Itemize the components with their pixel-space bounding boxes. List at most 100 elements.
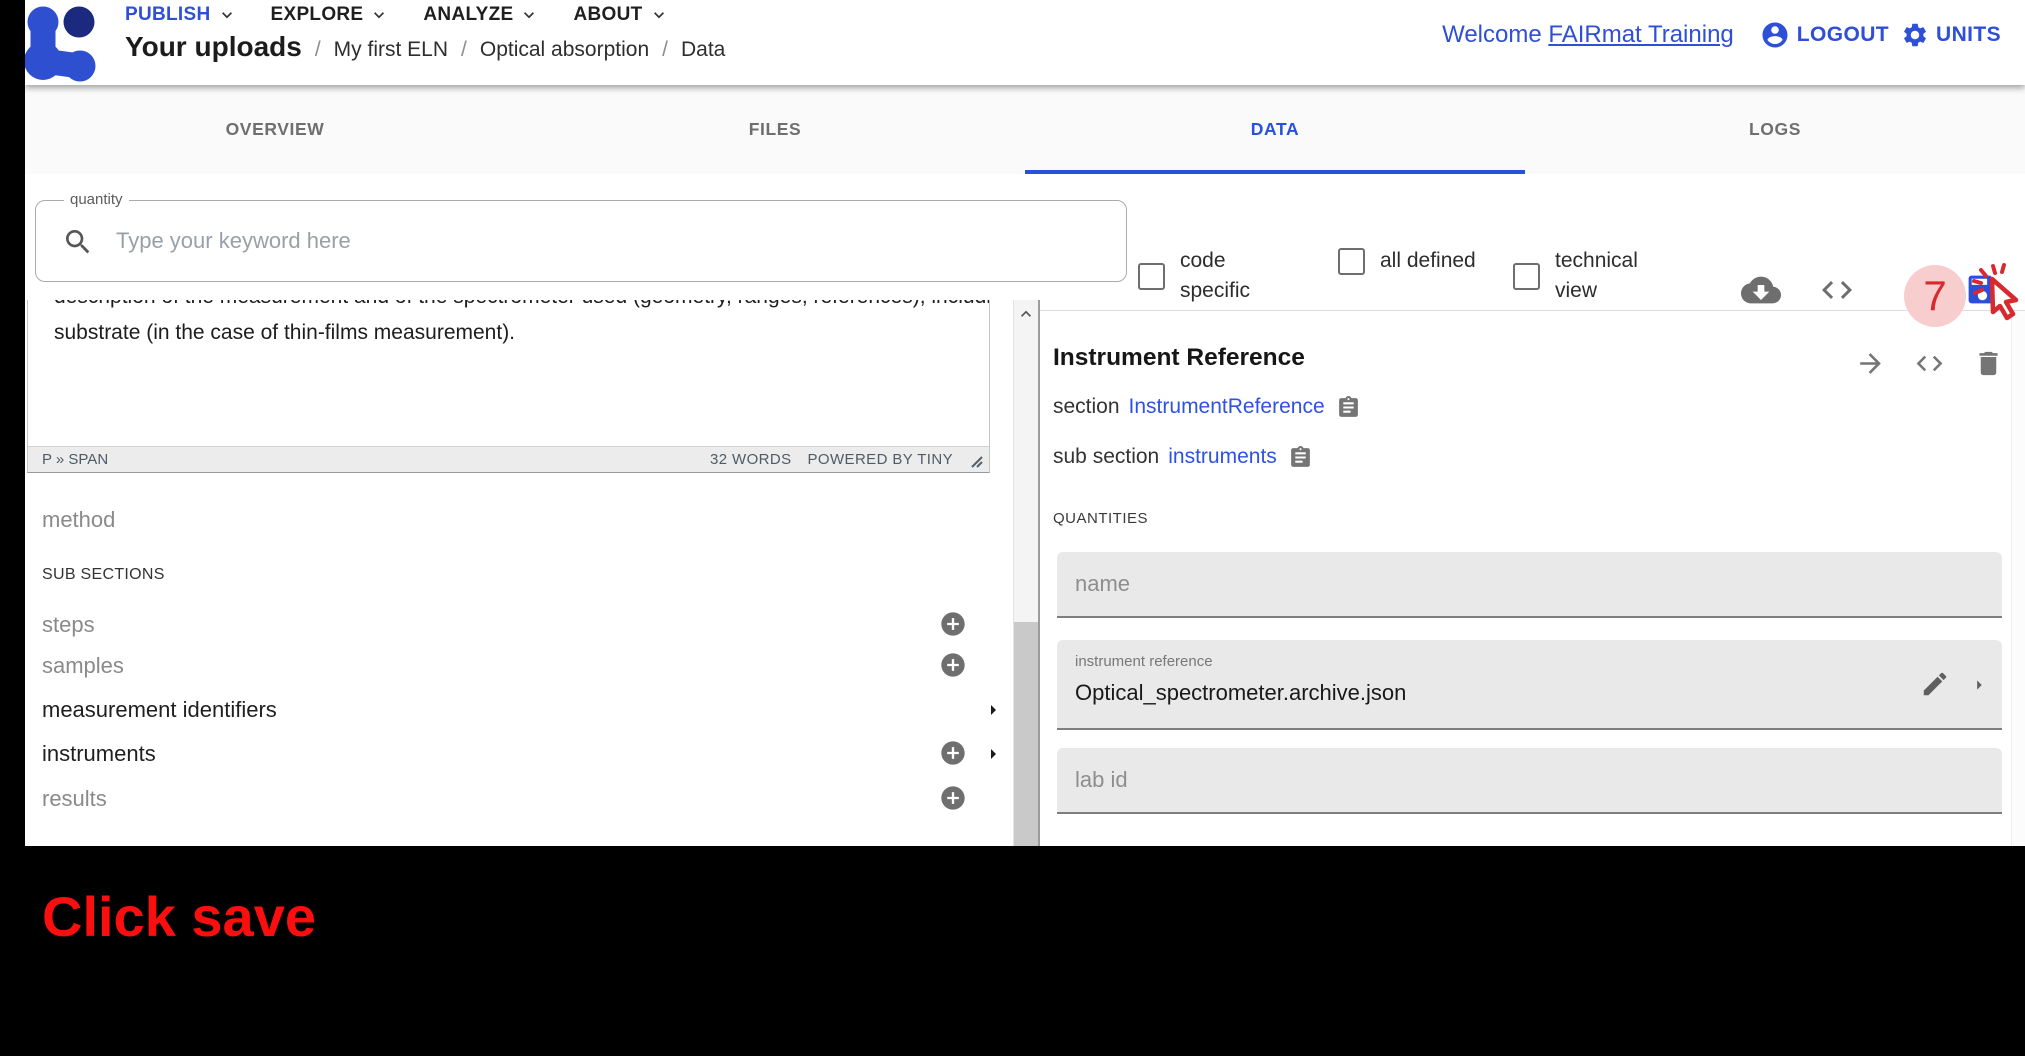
- panel-top-border: [1040, 310, 2025, 311]
- right-panel-scrollbar[interactable]: [2011, 311, 2025, 846]
- active-tab-indicator: [1025, 170, 1525, 174]
- click-cursor-icon: [1969, 260, 2025, 324]
- subsection-label: sub section: [1053, 445, 1159, 469]
- tutorial-instruction: Click save: [42, 884, 316, 949]
- logout-label: LOGOUT: [1797, 23, 1889, 47]
- subsection-label[interactable]: samples: [42, 653, 124, 679]
- section-code-view-icon[interactable]: [1914, 348, 1945, 379]
- username-link[interactable]: FAIRmat Training: [1548, 21, 1733, 48]
- subsection-definition-row: sub section instruments: [1053, 442, 1313, 472]
- chevron-down-icon: [369, 5, 389, 25]
- tab-files[interactable]: FILES: [525, 85, 1025, 174]
- checkbox-all-defined[interactable]: all defined: [1338, 246, 1482, 276]
- editor-status-bar: P » SPAN 32 WORDS POWERED BY TINY: [28, 446, 989, 472]
- breadcrumb-item-data[interactable]: Data: [681, 38, 725, 62]
- menu-explore-label: EXPLORE: [271, 4, 364, 26]
- tutorial-step-badge: 7: [1904, 265, 1966, 327]
- editor-element-path[interactable]: P » SPAN: [42, 451, 108, 468]
- account-circle-icon: [1760, 20, 1790, 50]
- entry-tabs: OVERVIEW FILES DATA LOGS: [25, 85, 2025, 174]
- checkbox-technical-view[interactable]: technical view: [1513, 246, 1657, 306]
- search-input[interactable]: quantity Type your keyword here: [35, 200, 1127, 282]
- section-definition-link[interactable]: InstrumentReference: [1129, 395, 1325, 419]
- scrollbar-thumb[interactable]: [1014, 622, 1038, 846]
- navigate-to-section-icon[interactable]: [1855, 348, 1886, 379]
- tab-data[interactable]: DATA: [1025, 85, 1525, 174]
- resize-handle-icon[interactable]: [968, 453, 983, 468]
- lab-id-field-placeholder: lab id: [1075, 748, 1128, 812]
- expand-arrow-icon[interactable]: [981, 698, 1005, 722]
- checkbox-label: technical view: [1555, 246, 1657, 306]
- subsection-label[interactable]: steps: [42, 612, 95, 638]
- subsection-label[interactable]: results: [42, 786, 107, 812]
- menu-about-label: ABOUT: [573, 4, 642, 26]
- data-content: description of the measurement and of th…: [25, 300, 2025, 846]
- add-results-button[interactable]: [939, 784, 967, 812]
- breadcrumb-separator: /: [662, 38, 668, 62]
- search-icon: [62, 226, 94, 258]
- left-panel-scrollbar[interactable]: [1013, 300, 1038, 846]
- subsection-label[interactable]: measurement identifiers: [42, 697, 277, 723]
- delete-section-icon[interactable]: [1973, 348, 2004, 379]
- chevron-down-icon: [649, 5, 669, 25]
- lab-id-field[interactable]: lab id: [1057, 748, 2002, 814]
- units-label: UNITS: [1936, 23, 2001, 47]
- breadcrumb-separator: /: [461, 38, 467, 62]
- editor-text-line: substrate (in the case of thin-films mea…: [54, 321, 515, 345]
- data-toolbar: quantity Type your keyword here code spe…: [25, 174, 2025, 300]
- subsection-definition-link[interactable]: instruments: [1168, 445, 1277, 469]
- nomad-logo-icon[interactable]: [25, 4, 111, 84]
- units-button[interactable]: UNITS: [1901, 21, 2001, 49]
- edit-pencil-icon[interactable]: [1920, 669, 1950, 699]
- main-menu: PUBLISH EXPLORE ANALYZE ABOUT: [125, 1, 669, 29]
- checkbox-label: all defined: [1380, 246, 1482, 276]
- tutorial-letterbox: Click save: [0, 846, 2025, 1056]
- instrument-reference-field[interactable]: instrument reference Optical_spectromete…: [1057, 640, 2002, 730]
- checkbox-box[interactable]: [1513, 263, 1540, 290]
- panel-title: Instrument Reference: [1053, 344, 1305, 372]
- name-field[interactable]: name: [1057, 552, 2002, 618]
- step-number: 7: [1923, 272, 1946, 320]
- download-archive-icon[interactable]: [1741, 270, 1781, 310]
- logout-button[interactable]: LOGOUT: [1760, 20, 1889, 50]
- menu-publish[interactable]: PUBLISH: [125, 4, 237, 26]
- breadcrumb-separator: /: [315, 38, 321, 62]
- quantity-method[interactable]: method: [42, 507, 115, 533]
- breadcrumb-item-entry[interactable]: Optical absorption: [480, 38, 649, 62]
- section-definition-row: section InstrumentReference: [1053, 392, 1361, 422]
- description-richtext-editor[interactable]: description of the measurement and of th…: [27, 300, 990, 473]
- subsection-label[interactable]: instruments: [42, 741, 156, 767]
- expand-arrow-icon[interactable]: [981, 742, 1005, 766]
- menu-about[interactable]: ABOUT: [573, 4, 668, 26]
- breadcrumb-item-upload[interactable]: My first ELN: [334, 38, 448, 62]
- search-placeholder: Type your keyword here: [116, 201, 351, 281]
- tab-overview[interactable]: OVERVIEW: [25, 85, 525, 174]
- add-steps-button[interactable]: [939, 610, 967, 638]
- expand-arrow-icon[interactable]: [1968, 674, 1990, 696]
- add-samples-button[interactable]: [939, 651, 967, 679]
- checkbox-box[interactable]: [1338, 248, 1365, 275]
- tab-logs[interactable]: LOGS: [1525, 85, 2025, 174]
- clipboard-icon[interactable]: [1288, 445, 1313, 470]
- gear-icon: [1901, 21, 1929, 49]
- clipboard-icon[interactable]: [1336, 395, 1361, 420]
- field-value: Optical_spectrometer.archive.json: [1075, 680, 1406, 706]
- menu-analyze[interactable]: ANALYZE: [423, 4, 539, 26]
- add-instruments-button[interactable]: [939, 739, 967, 767]
- menu-explore[interactable]: EXPLORE: [271, 4, 390, 26]
- name-field-placeholder: name: [1075, 552, 1130, 616]
- subsections-heading: SUB SECTIONS: [42, 566, 165, 584]
- menu-analyze-label: ANALYZE: [423, 4, 513, 26]
- field-label: instrument reference: [1075, 653, 1213, 670]
- code-view-icon[interactable]: [1819, 272, 1855, 308]
- checkbox-box[interactable]: [1138, 263, 1165, 290]
- chevron-down-icon: [519, 5, 539, 25]
- chevron-down-icon: [217, 5, 237, 25]
- checkbox-code-specific[interactable]: code specific: [1138, 246, 1282, 306]
- editor-powered-by: POWERED BY TINY: [808, 451, 953, 468]
- app-window: PUBLISH EXPLORE ANALYZE ABOUT Your uploa…: [25, 0, 2025, 846]
- account-area: Welcome FAIRmat Training LOGOUT UNITS: [1442, 18, 2001, 52]
- editor-clipped-line: description of the measurement and of th…: [54, 300, 990, 309]
- checkbox-label: code specific: [1180, 246, 1282, 306]
- scroll-up-icon[interactable]: [1016, 304, 1036, 324]
